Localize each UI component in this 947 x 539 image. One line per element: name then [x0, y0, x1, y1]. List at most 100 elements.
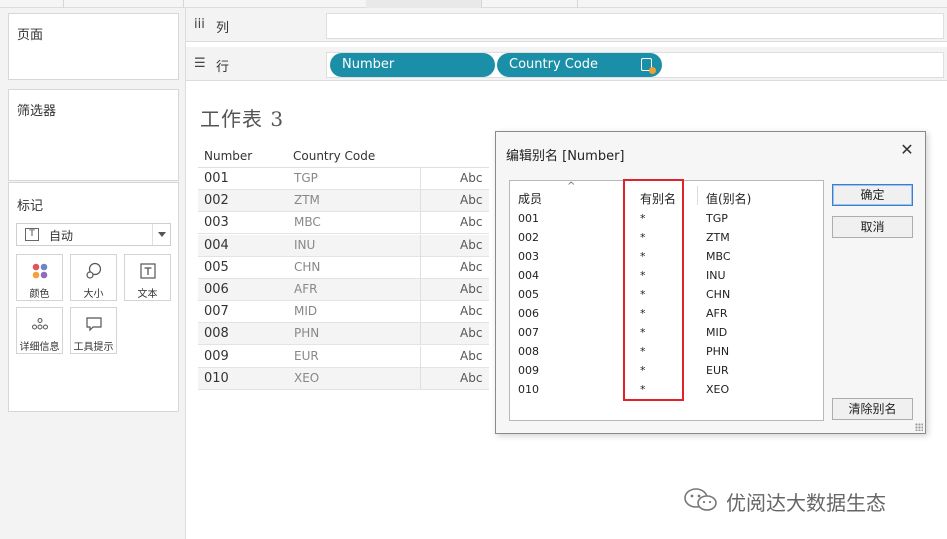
worksheet-title: 工作表 3: [200, 107, 285, 131]
country-code-header[interactable]: Country Code: [293, 149, 375, 163]
chevron-down-icon[interactable]: [152, 224, 170, 245]
cell-divider: [420, 323, 421, 346]
table-row[interactable]: 001 TGP Abc: [198, 168, 489, 190]
abc-cell: Abc: [460, 348, 483, 363]
data-source-icon: [641, 58, 656, 74]
table-row[interactable]: 004 INU Abc: [198, 234, 489, 257]
text-icon: [125, 262, 170, 280]
member-value: 008: [518, 345, 539, 358]
table-row[interactable]: 007 MID Abc: [198, 301, 489, 324]
table-row[interactable]: 006 AFR Abc: [198, 279, 489, 301]
clear-alias-button[interactable]: 清除别名: [832, 398, 913, 420]
alias-value: TGP: [706, 212, 728, 225]
mark-type-value: 自动: [49, 229, 74, 243]
size-button[interactable]: 大小: [70, 254, 117, 301]
rows-shelf-label: ☰ 行: [186, 47, 326, 81]
number-header[interactable]: Number: [204, 149, 252, 163]
member-value: 003: [518, 250, 539, 263]
sort-caret-icon: ^: [567, 181, 576, 192]
table-row[interactable]: 005 CHN Abc: [198, 256, 489, 279]
number-cell: 010: [204, 370, 229, 386]
text-button[interactable]: 文本: [124, 254, 171, 301]
cell-divider: [420, 190, 421, 213]
tooltip-button[interactable]: 工具提示: [70, 307, 117, 354]
number-cell: 007: [204, 304, 229, 320]
color-button-label: 颜色: [29, 289, 50, 300]
number-cell: 008: [204, 326, 229, 342]
detail-button-label: 详细信息: [19, 342, 60, 353]
mark-type-dropdown[interactable]: T 自动: [16, 223, 171, 246]
abc-cell: Abc: [460, 326, 483, 341]
columns-icon: iii: [194, 17, 205, 32]
columns-shelf-label: iii 列: [186, 8, 326, 42]
member-value: 005: [518, 288, 539, 301]
ok-button[interactable]: 确定: [832, 184, 913, 206]
country-code-cell: MID: [294, 304, 318, 319]
country-code-pill[interactable]: Country Code: [497, 53, 662, 77]
table-row[interactable]: 009 EUR Abc: [198, 345, 489, 368]
alias-value: XEO: [706, 383, 730, 396]
table-row[interactable]: 003 MBC Abc: [198, 212, 489, 235]
alias-value: AFR: [706, 307, 728, 320]
member-value: 002: [518, 231, 539, 244]
table-row[interactable]: 002 ZTM Abc: [198, 190, 489, 213]
toolbar-segment: [366, 0, 482, 8]
cell-divider: [420, 301, 421, 324]
highlight-box: [623, 179, 684, 401]
number-pill[interactable]: Number: [330, 53, 495, 77]
member-value: 010: [518, 383, 539, 396]
abc-cell: Abc: [460, 282, 483, 296]
wechat-icon: [684, 488, 717, 511]
alias-value: EUR: [706, 364, 729, 377]
cancel-button[interactable]: 取消: [832, 216, 913, 238]
filters-card-title: 筛选器: [17, 104, 57, 119]
abc-cell: Abc: [460, 237, 483, 252]
resize-grip-icon[interactable]: [915, 423, 923, 431]
cell-divider: [420, 212, 421, 235]
text-mark-icon: T: [25, 228, 39, 241]
detail-button[interactable]: 详细信息: [16, 307, 63, 354]
abc-cell: Abc: [460, 215, 483, 230]
member-value: 001: [518, 212, 539, 225]
member-value: 007: [518, 326, 539, 339]
close-icon[interactable]: ✕: [897, 140, 917, 160]
number-cell: 004: [204, 237, 229, 253]
abc-cell: Abc: [460, 304, 483, 319]
member-column-header[interactable]: 成员: [518, 190, 542, 207]
cell-divider: [420, 234, 421, 257]
pages-card[interactable]: 页面: [8, 13, 179, 80]
abc-cell: Abc: [460, 370, 483, 385]
country-code-cell: AFR: [294, 282, 318, 296]
country-code-cell: CHN: [294, 259, 321, 274]
columns-shelf: iii 列: [186, 8, 947, 42]
columns-drop-area[interactable]: [326, 13, 944, 39]
number-cell: 002: [204, 193, 229, 209]
color-button[interactable]: 颜色: [16, 254, 63, 301]
top-toolbar-strip: [0, 0, 947, 8]
toolbar-segment: [482, 0, 578, 8]
country-code-cell: EUR: [294, 348, 319, 363]
cell-divider: [420, 168, 421, 190]
filters-card[interactable]: 筛选器: [8, 89, 179, 181]
table-row[interactable]: 008 PHN Abc: [198, 323, 489, 346]
number-cell: 001: [204, 171, 229, 186]
alias-value: MID: [706, 326, 728, 339]
table-row[interactable]: 010 XEO Abc: [198, 367, 489, 390]
cell-divider: [420, 256, 421, 279]
abc-cell: Abc: [460, 193, 483, 208]
abc-cell: Abc: [460, 171, 483, 185]
cell-divider: [420, 279, 421, 301]
abc-cell: Abc: [460, 259, 483, 274]
alias-list[interactable]: ^ 成员 有别名 值(别名) 001 * TGP 002 * ZTM 003 * MBC 004 *…: [509, 179, 824, 421]
number-cell: 006: [204, 282, 229, 297]
country-code-cell: PHN: [294, 326, 320, 341]
number-pill-label: Number: [342, 57, 395, 72]
cell-divider: [420, 345, 421, 368]
number-cell: 005: [204, 259, 229, 275]
edit-alias-dialog: 编辑别名 [Number] ✕ ^ 成员 有别名 值(别名) 001 * TGP 00…: [495, 131, 926, 434]
country-code-cell: ZTM: [294, 193, 320, 208]
member-value: 006: [518, 307, 539, 320]
alias-value-column-header[interactable]: 值(别名): [706, 190, 751, 207]
color-dots-icon: [17, 262, 62, 280]
text-button-label: 文本: [137, 289, 158, 300]
